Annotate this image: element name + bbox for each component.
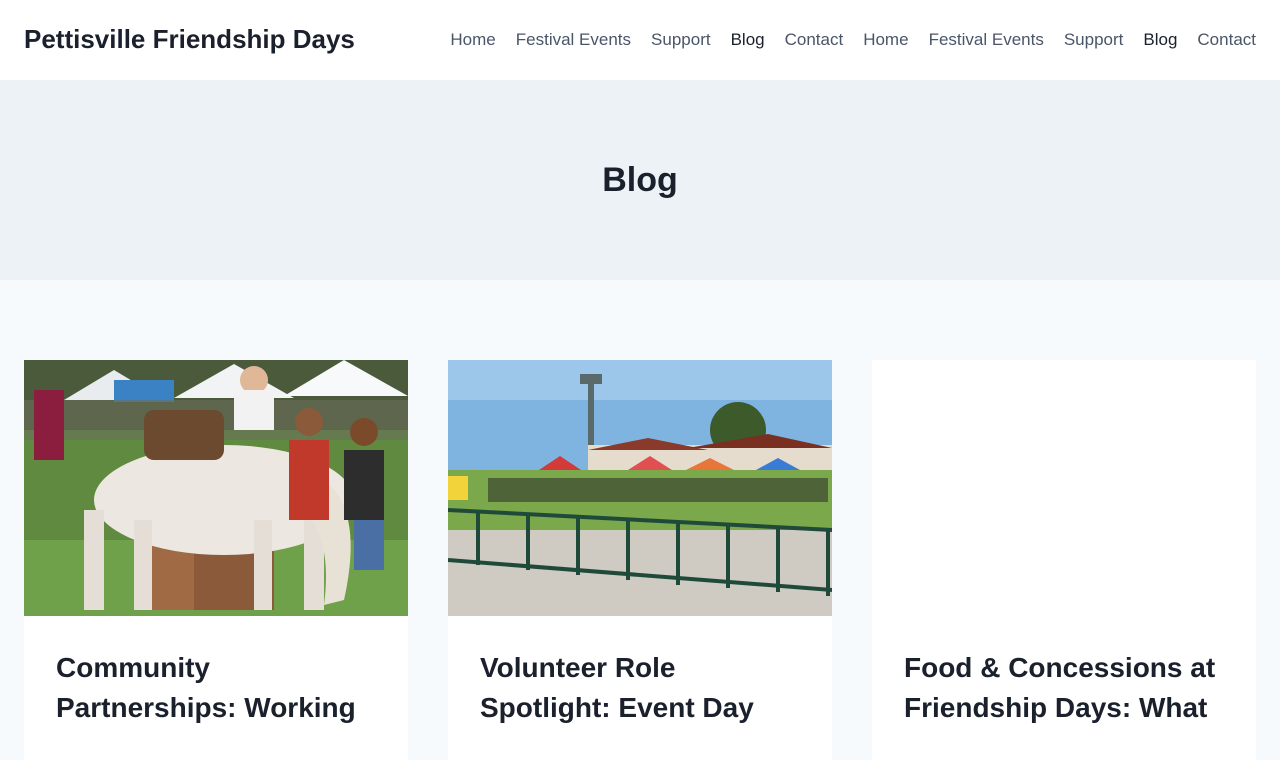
- nav-link-blog[interactable]: Blog: [721, 28, 775, 52]
- nav-link-festival-events[interactable]: Festival Events: [919, 28, 1054, 52]
- post-title-link[interactable]: Food & Concessions at Friendship Days: W…: [904, 648, 1234, 728]
- post-thumbnail-festival-field[interactable]: [448, 360, 832, 616]
- page-hero: Blog: [0, 80, 1280, 280]
- nav-link-blog[interactable]: Blog: [1133, 28, 1187, 52]
- nav-link-home[interactable]: Home: [440, 28, 505, 52]
- nav-link-support[interactable]: Support: [641, 28, 721, 52]
- post-card: Volunteer Role Spotlight: Event Day: [448, 360, 832, 760]
- nav-link-home[interactable]: Home: [853, 28, 918, 52]
- nav-link-festival-events[interactable]: Festival Events: [506, 28, 641, 52]
- post-thumbnail-horse[interactable]: [24, 360, 408, 616]
- nav-link-contact[interactable]: Contact: [775, 28, 854, 52]
- nav-link-support[interactable]: Support: [1054, 28, 1134, 52]
- post-title-link[interactable]: Volunteer Role Spotlight: Event Day: [480, 648, 810, 728]
- nav-link-contact[interactable]: Contact: [1187, 28, 1256, 52]
- post-title-link[interactable]: Community Partnerships: Working: [56, 648, 386, 728]
- post-thumbnail-placeholder[interactable]: [872, 360, 1256, 616]
- main-nav: Home Festival Events Support Blog Contac…: [440, 28, 1256, 52]
- post-card: Food & Concessions at Friendship Days: W…: [872, 360, 1256, 760]
- post-card: Community Partnerships: Working: [24, 360, 408, 760]
- site-title-link[interactable]: Pettisville Friendship Days: [24, 24, 355, 54]
- page-title: Blog: [602, 161, 678, 199]
- site-header: Pettisville Friendship Days Home Festiva…: [0, 0, 1280, 80]
